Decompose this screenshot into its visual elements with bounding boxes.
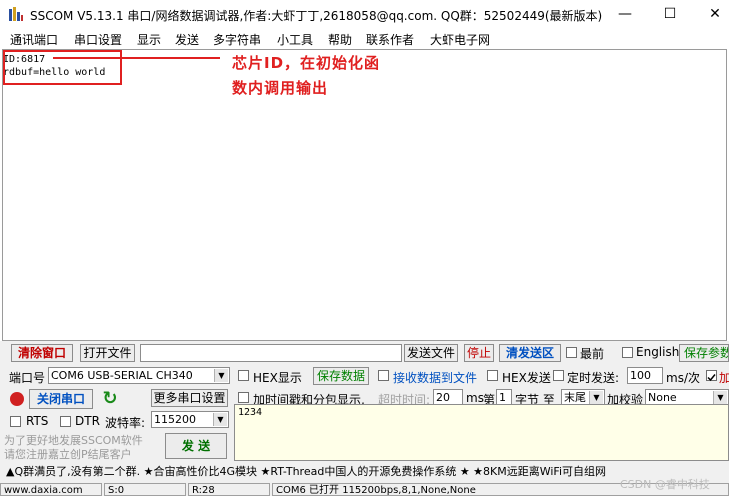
port-value: COM6 USB-SERIAL CH340 bbox=[51, 369, 193, 382]
chevron-down-icon: ▼ bbox=[214, 369, 228, 382]
rts-label: RTS bbox=[26, 414, 49, 428]
chevron-down-icon: ▼ bbox=[213, 413, 227, 426]
annotation-pointer-line bbox=[53, 57, 220, 59]
send-button[interactable]: 发 送 bbox=[165, 433, 227, 459]
close-port-button[interactable]: 关闭串口 bbox=[29, 389, 93, 409]
minimize-button[interactable]: — bbox=[611, 4, 639, 24]
port-label: 端口号 bbox=[9, 371, 46, 385]
timed-unit-label: ms/次 bbox=[666, 371, 700, 385]
menu-comm-port[interactable]: 通讯端口 bbox=[10, 31, 58, 48]
dtr-checkbox[interactable] bbox=[60, 416, 71, 427]
timestamp-checkbox[interactable] bbox=[238, 392, 249, 403]
chevron-down-icon: ▼ bbox=[589, 391, 603, 404]
timed-send-checkbox[interactable] bbox=[553, 370, 564, 381]
menu-send[interactable]: 发送 bbox=[175, 31, 199, 48]
close-button[interactable]: ✕ bbox=[701, 4, 729, 24]
hex-display-label: HEX显示 bbox=[253, 371, 302, 385]
rts-checkbox[interactable] bbox=[10, 416, 21, 427]
menu-multi-string[interactable]: 多字符串 bbox=[213, 31, 261, 48]
sscom-app-icon bbox=[9, 7, 23, 21]
baud-value: 115200 bbox=[154, 413, 196, 426]
title-bar: SSCOM V5.13.1 串口/网络数据调试器,作者:大虾丁丁,2618058… bbox=[0, 0, 729, 29]
port-status-indicator-icon bbox=[10, 392, 24, 406]
menu-display[interactable]: 显示 bbox=[137, 31, 161, 48]
menu-contact-author[interactable]: 联系作者 bbox=[366, 31, 414, 48]
menu-bar: 通讯端口 串口设置 显示 发送 多字符串 小工具 帮助 联系作者 大虾电子网 bbox=[0, 29, 729, 49]
menu-serial-settings[interactable]: 串口设置 bbox=[74, 31, 122, 48]
clear-window-button[interactable]: 清除窗口 bbox=[11, 344, 73, 362]
checksum-value: None bbox=[648, 391, 677, 404]
window-title: SSCOM V5.13.1 串口/网络数据调试器,作者:大虾丁丁,2618058… bbox=[30, 9, 603, 23]
send-text-area[interactable]: 1234 bbox=[234, 404, 729, 461]
port-select[interactable]: COM6 USB-SERIAL CH340 ▼ bbox=[48, 367, 230, 384]
receive-area[interactable] bbox=[2, 49, 727, 341]
end-value: 末尾 bbox=[564, 391, 586, 404]
hex-display-checkbox[interactable] bbox=[238, 370, 249, 381]
save-params-button[interactable]: 保存参数 bbox=[679, 344, 729, 362]
recv-to-file-checkbox[interactable] bbox=[378, 370, 389, 381]
send-file-button[interactable]: 发送文件 bbox=[404, 344, 458, 362]
hex-send-checkbox[interactable] bbox=[487, 370, 498, 381]
dtr-label: DTR bbox=[75, 414, 100, 428]
clear-send-button[interactable]: 清发送区 bbox=[499, 344, 561, 362]
more-port-settings-button[interactable]: 更多串口设置 bbox=[151, 389, 228, 407]
chevron-down-icon: ▼ bbox=[713, 391, 727, 404]
status-received-count: R:28 bbox=[188, 483, 270, 496]
refresh-icon[interactable]: ↻ bbox=[100, 389, 120, 409]
baud-label: 波特率: bbox=[105, 416, 146, 430]
add-crlf-checkbox[interactable] bbox=[706, 370, 717, 382]
baud-select[interactable]: 115200 ▼ bbox=[151, 411, 229, 428]
menu-daxia-site[interactable]: 大虾电子网 bbox=[430, 31, 490, 48]
hex-send-label: HEX发送 bbox=[502, 371, 551, 385]
open-file-button[interactable]: 打开文件 bbox=[80, 344, 135, 362]
latest-label: 最前 bbox=[580, 347, 605, 361]
save-data-button[interactable]: 保存数据 bbox=[313, 367, 369, 385]
timed-interval-input[interactable]: 100 bbox=[627, 367, 663, 384]
highlight-box bbox=[3, 50, 122, 85]
add-crlf-label: 加 bbox=[719, 371, 729, 385]
file-path-field[interactable] bbox=[140, 344, 402, 362]
annotation-line-2: 数内调用输出 bbox=[232, 79, 329, 97]
checkmark-icon bbox=[707, 374, 716, 382]
status-sent-count: S:0 bbox=[104, 483, 186, 496]
maximize-button[interactable]: ☐ bbox=[656, 4, 684, 24]
menu-tools[interactable]: 小工具 bbox=[277, 31, 313, 48]
english-label: English bbox=[636, 345, 680, 359]
sscom-ad-text[interactable]: 为了更好地发展SSCOM软件 请您注册嘉立创P结尾客户 bbox=[4, 434, 144, 462]
latest-checkbox[interactable] bbox=[566, 347, 577, 358]
status-website[interactable]: www.daxia.com bbox=[0, 483, 102, 496]
menu-help[interactable]: 帮助 bbox=[328, 31, 352, 48]
annotation-line-1: 芯片ID，在初始化函 bbox=[232, 54, 381, 72]
timed-send-label: 定时发送: bbox=[567, 371, 620, 385]
stop-button[interactable]: 停止 bbox=[464, 344, 494, 362]
timeout-unit: ms bbox=[466, 391, 484, 405]
recv-to-file-label[interactable]: 接收数据到文件 bbox=[393, 369, 477, 386]
english-checkbox[interactable] bbox=[622, 347, 633, 358]
csdn-watermark: CSDN @睿中科技 bbox=[620, 478, 710, 491]
